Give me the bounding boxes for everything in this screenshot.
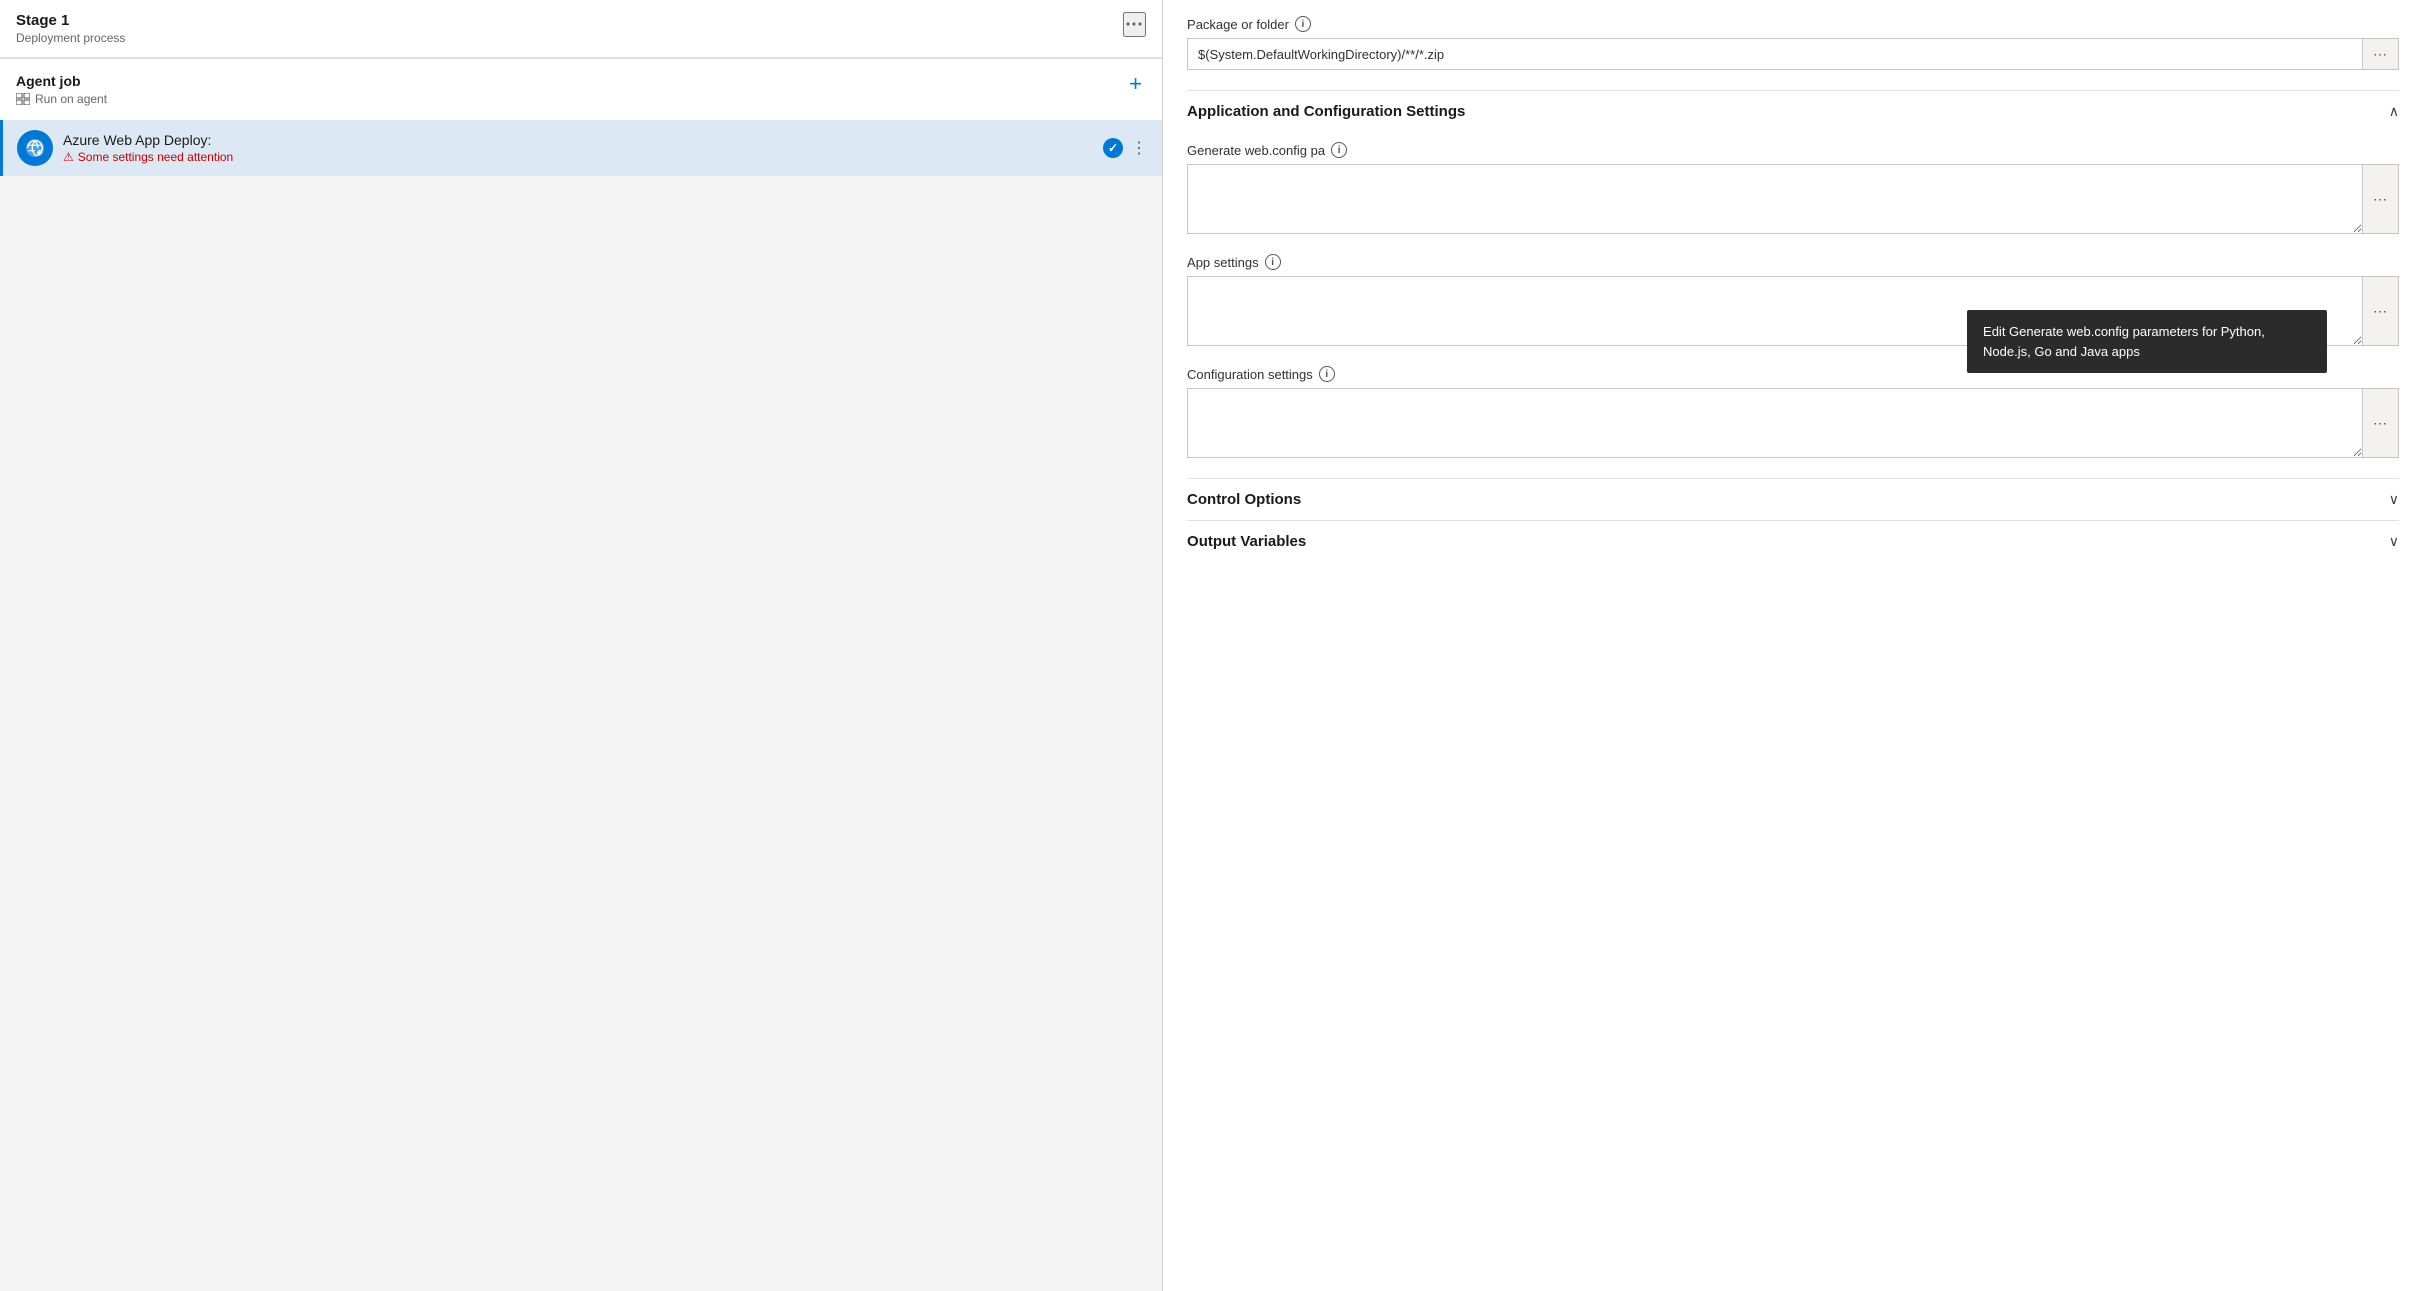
stage-more-button[interactable]: ⋯ xyxy=(1123,12,1146,37)
control-options-chevron-icon[interactable]: ∨ xyxy=(2389,491,2399,508)
control-options-section[interactable]: Control Options ∨ xyxy=(1187,478,2399,520)
package-folder-group: Package or folder i ⋯ xyxy=(1187,16,2399,70)
warning-icon: ⚠ xyxy=(63,150,74,164)
app-settings-textarea[interactable] xyxy=(1187,276,2363,346)
generate-webconfig-ellipsis-button[interactable]: ⋯ xyxy=(2363,164,2399,234)
agent-job-section: Agent job Run on agent + xyxy=(0,59,1162,120)
generate-webconfig-info-icon[interactable]: i xyxy=(1331,142,1347,158)
generate-webconfig-input-row: ⋯ xyxy=(1187,164,2399,234)
right-panel: Package or folder i ⋯ Application and Co… xyxy=(1163,0,2423,1291)
output-variables-chevron-icon[interactable]: ∨ xyxy=(2389,533,2399,550)
agent-job-info: Agent job Run on agent xyxy=(16,73,107,106)
config-settings-group: Configuration settings i ⋯ xyxy=(1187,366,2399,458)
left-panel: Stage 1 Deployment process ⋯ Agent job R… xyxy=(0,0,1163,1291)
app-config-chevron-icon[interactable]: ∧ xyxy=(2389,103,2399,120)
app-settings-group: App settings i ⋯ xyxy=(1187,254,2399,346)
package-folder-label: Package or folder i xyxy=(1187,16,2399,32)
add-task-button[interactable]: + xyxy=(1125,73,1146,95)
generate-webconfig-textarea[interactable] xyxy=(1187,164,2363,234)
warning-text: Some settings need attention xyxy=(78,150,233,164)
config-settings-label-text: Configuration settings xyxy=(1187,367,1313,382)
stage-title: Stage 1 xyxy=(16,12,125,29)
task-icon xyxy=(17,130,53,166)
package-folder-input[interactable] xyxy=(1187,38,2363,70)
package-folder-input-row: ⋯ xyxy=(1187,38,2399,70)
app-settings-ellipsis-button[interactable]: ⋯ xyxy=(2363,276,2399,346)
app-settings-label: App settings i xyxy=(1187,254,2399,270)
task-warning: ⚠ Some settings need attention xyxy=(63,150,1093,164)
app-config-title: Application and Configuration Settings xyxy=(1187,103,1465,120)
right-content: Package or folder i ⋯ Application and Co… xyxy=(1163,0,2423,578)
package-folder-ellipsis-button[interactable]: ⋯ xyxy=(2363,38,2399,70)
app-settings-input-row: ⋯ xyxy=(1187,276,2399,346)
config-settings-info-icon[interactable]: i xyxy=(1319,366,1335,382)
stage-header: Stage 1 Deployment process ⋯ xyxy=(0,0,1162,58)
generate-webconfig-label: Generate web.config pa i xyxy=(1187,142,2399,158)
task-enabled-check xyxy=(1103,138,1123,158)
azure-webapp-task-row[interactable]: Azure Web App Deploy: ⚠ Some settings ne… xyxy=(0,120,1162,176)
stage-info: Stage 1 Deployment process xyxy=(16,12,125,45)
stage-subtitle: Deployment process xyxy=(16,31,125,45)
app-settings-info-icon[interactable]: i xyxy=(1265,254,1281,270)
agent-job-title: Agent job xyxy=(16,73,107,89)
agent-job-subtitle-text: Run on agent xyxy=(35,92,107,106)
output-variables-title: Output Variables xyxy=(1187,533,1306,550)
task-info: Azure Web App Deploy: ⚠ Some settings ne… xyxy=(63,132,1093,164)
task-more-button[interactable]: ⋮ xyxy=(1131,138,1148,158)
agent-job-subtitle: Run on agent xyxy=(16,92,107,106)
task-actions: ⋮ xyxy=(1103,138,1148,158)
package-folder-info-icon[interactable]: i xyxy=(1295,16,1311,32)
app-settings-label-text: App settings xyxy=(1187,255,1259,270)
control-options-title: Control Options xyxy=(1187,491,1301,508)
generate-webconfig-label-text: Generate web.config pa xyxy=(1187,143,1325,158)
output-variables-section[interactable]: Output Variables ∨ xyxy=(1187,520,2399,562)
generate-webconfig-group: Generate web.config pa i Edit Generate w… xyxy=(1187,142,2399,234)
config-settings-textarea[interactable] xyxy=(1187,388,2363,458)
config-settings-label: Configuration settings i xyxy=(1187,366,2399,382)
task-name: Azure Web App Deploy: xyxy=(63,132,1093,148)
package-folder-label-text: Package or folder xyxy=(1187,17,1289,32)
app-config-section-header: Application and Configuration Settings ∧ xyxy=(1187,90,2399,128)
config-settings-input-row: ⋯ xyxy=(1187,388,2399,458)
config-settings-ellipsis-button[interactable]: ⋯ xyxy=(2363,388,2399,458)
grid-icon xyxy=(16,93,30,105)
